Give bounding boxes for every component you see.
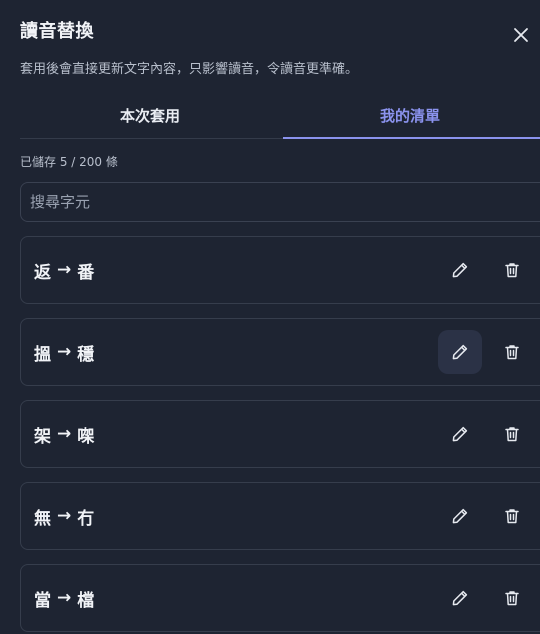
dialog-title: 讀音替換 xyxy=(20,21,94,42)
rule-text: 當 → 檔 xyxy=(34,565,95,631)
list-item: 返 → 番 xyxy=(20,236,540,304)
pencil-icon xyxy=(451,343,469,361)
rule-text: 返 → 番 xyxy=(34,237,95,303)
rule-arrow: → xyxy=(57,506,73,526)
pencil-icon xyxy=(451,261,469,279)
delete-button[interactable] xyxy=(490,412,534,456)
rule-arrow: → xyxy=(57,588,73,608)
rule-text: 架 → 㗎 xyxy=(34,401,95,467)
trash-icon xyxy=(503,589,521,607)
rule-to: 㗎 xyxy=(77,426,96,447)
delete-button[interactable] xyxy=(490,576,534,620)
rule-to: 檔 xyxy=(77,590,96,611)
rule-from: 返 xyxy=(34,262,52,283)
edit-button[interactable] xyxy=(438,330,482,374)
rule-from: 無 xyxy=(34,508,52,529)
rule-text: 無 → 冇 xyxy=(34,483,95,549)
edit-button[interactable] xyxy=(438,494,482,538)
trash-icon xyxy=(503,425,521,443)
edit-button[interactable] xyxy=(438,412,482,456)
dialog-subtitle: 套用後會直接更新文字內容，只影響讀音，令讀音更準確。 xyxy=(20,62,359,77)
close-icon xyxy=(513,27,529,43)
list-item: 架 → 㗎 xyxy=(20,400,540,468)
rule-arrow: → xyxy=(57,260,73,280)
delete-button[interactable] xyxy=(490,330,534,374)
rule-text: 搵 → 穩 xyxy=(34,319,95,385)
rule-from: 架 xyxy=(34,426,52,447)
pencil-icon xyxy=(451,507,469,525)
rule-from: 當 xyxy=(34,590,52,611)
rule-arrow: → xyxy=(57,342,73,362)
close-button[interactable] xyxy=(510,24,532,46)
delete-button[interactable] xyxy=(490,494,534,538)
pencil-icon xyxy=(451,589,469,607)
pencil-icon xyxy=(451,425,469,443)
rule-to: 穩 xyxy=(77,344,96,365)
saved-count: 已儲存 5 / 200 條 xyxy=(20,155,118,169)
rule-to: 番 xyxy=(77,262,96,283)
edit-button[interactable] xyxy=(438,248,482,292)
rule-to: 冇 xyxy=(77,508,96,529)
trash-icon xyxy=(503,507,521,525)
rule-arrow: → xyxy=(57,424,73,444)
reading-replacement-dialog: 讀音替換 套用後會直接更新文字內容，只影響讀音，令讀音更準確。 本次套用 我的清… xyxy=(0,0,540,634)
trash-icon xyxy=(503,261,521,279)
tab-my-list[interactable]: 我的清單 xyxy=(280,92,540,139)
rule-from: 搵 xyxy=(34,344,52,365)
search-input[interactable] xyxy=(20,182,540,222)
edit-button[interactable] xyxy=(438,576,482,620)
tab-bar: 本次套用 我的清單 xyxy=(20,92,540,139)
list-item: 無 → 冇 xyxy=(20,482,540,550)
delete-button[interactable] xyxy=(490,248,534,292)
list-item: 搵 → 穩 xyxy=(20,318,540,386)
list-item: 當 → 檔 xyxy=(20,564,540,632)
tab-current-apply[interactable]: 本次套用 xyxy=(20,92,280,138)
trash-icon xyxy=(503,343,521,361)
rule-list: 返 → 番 搵 → 穩 架 → 㗎 無 → 冇 當 → 檔 xyxy=(20,236,540,634)
